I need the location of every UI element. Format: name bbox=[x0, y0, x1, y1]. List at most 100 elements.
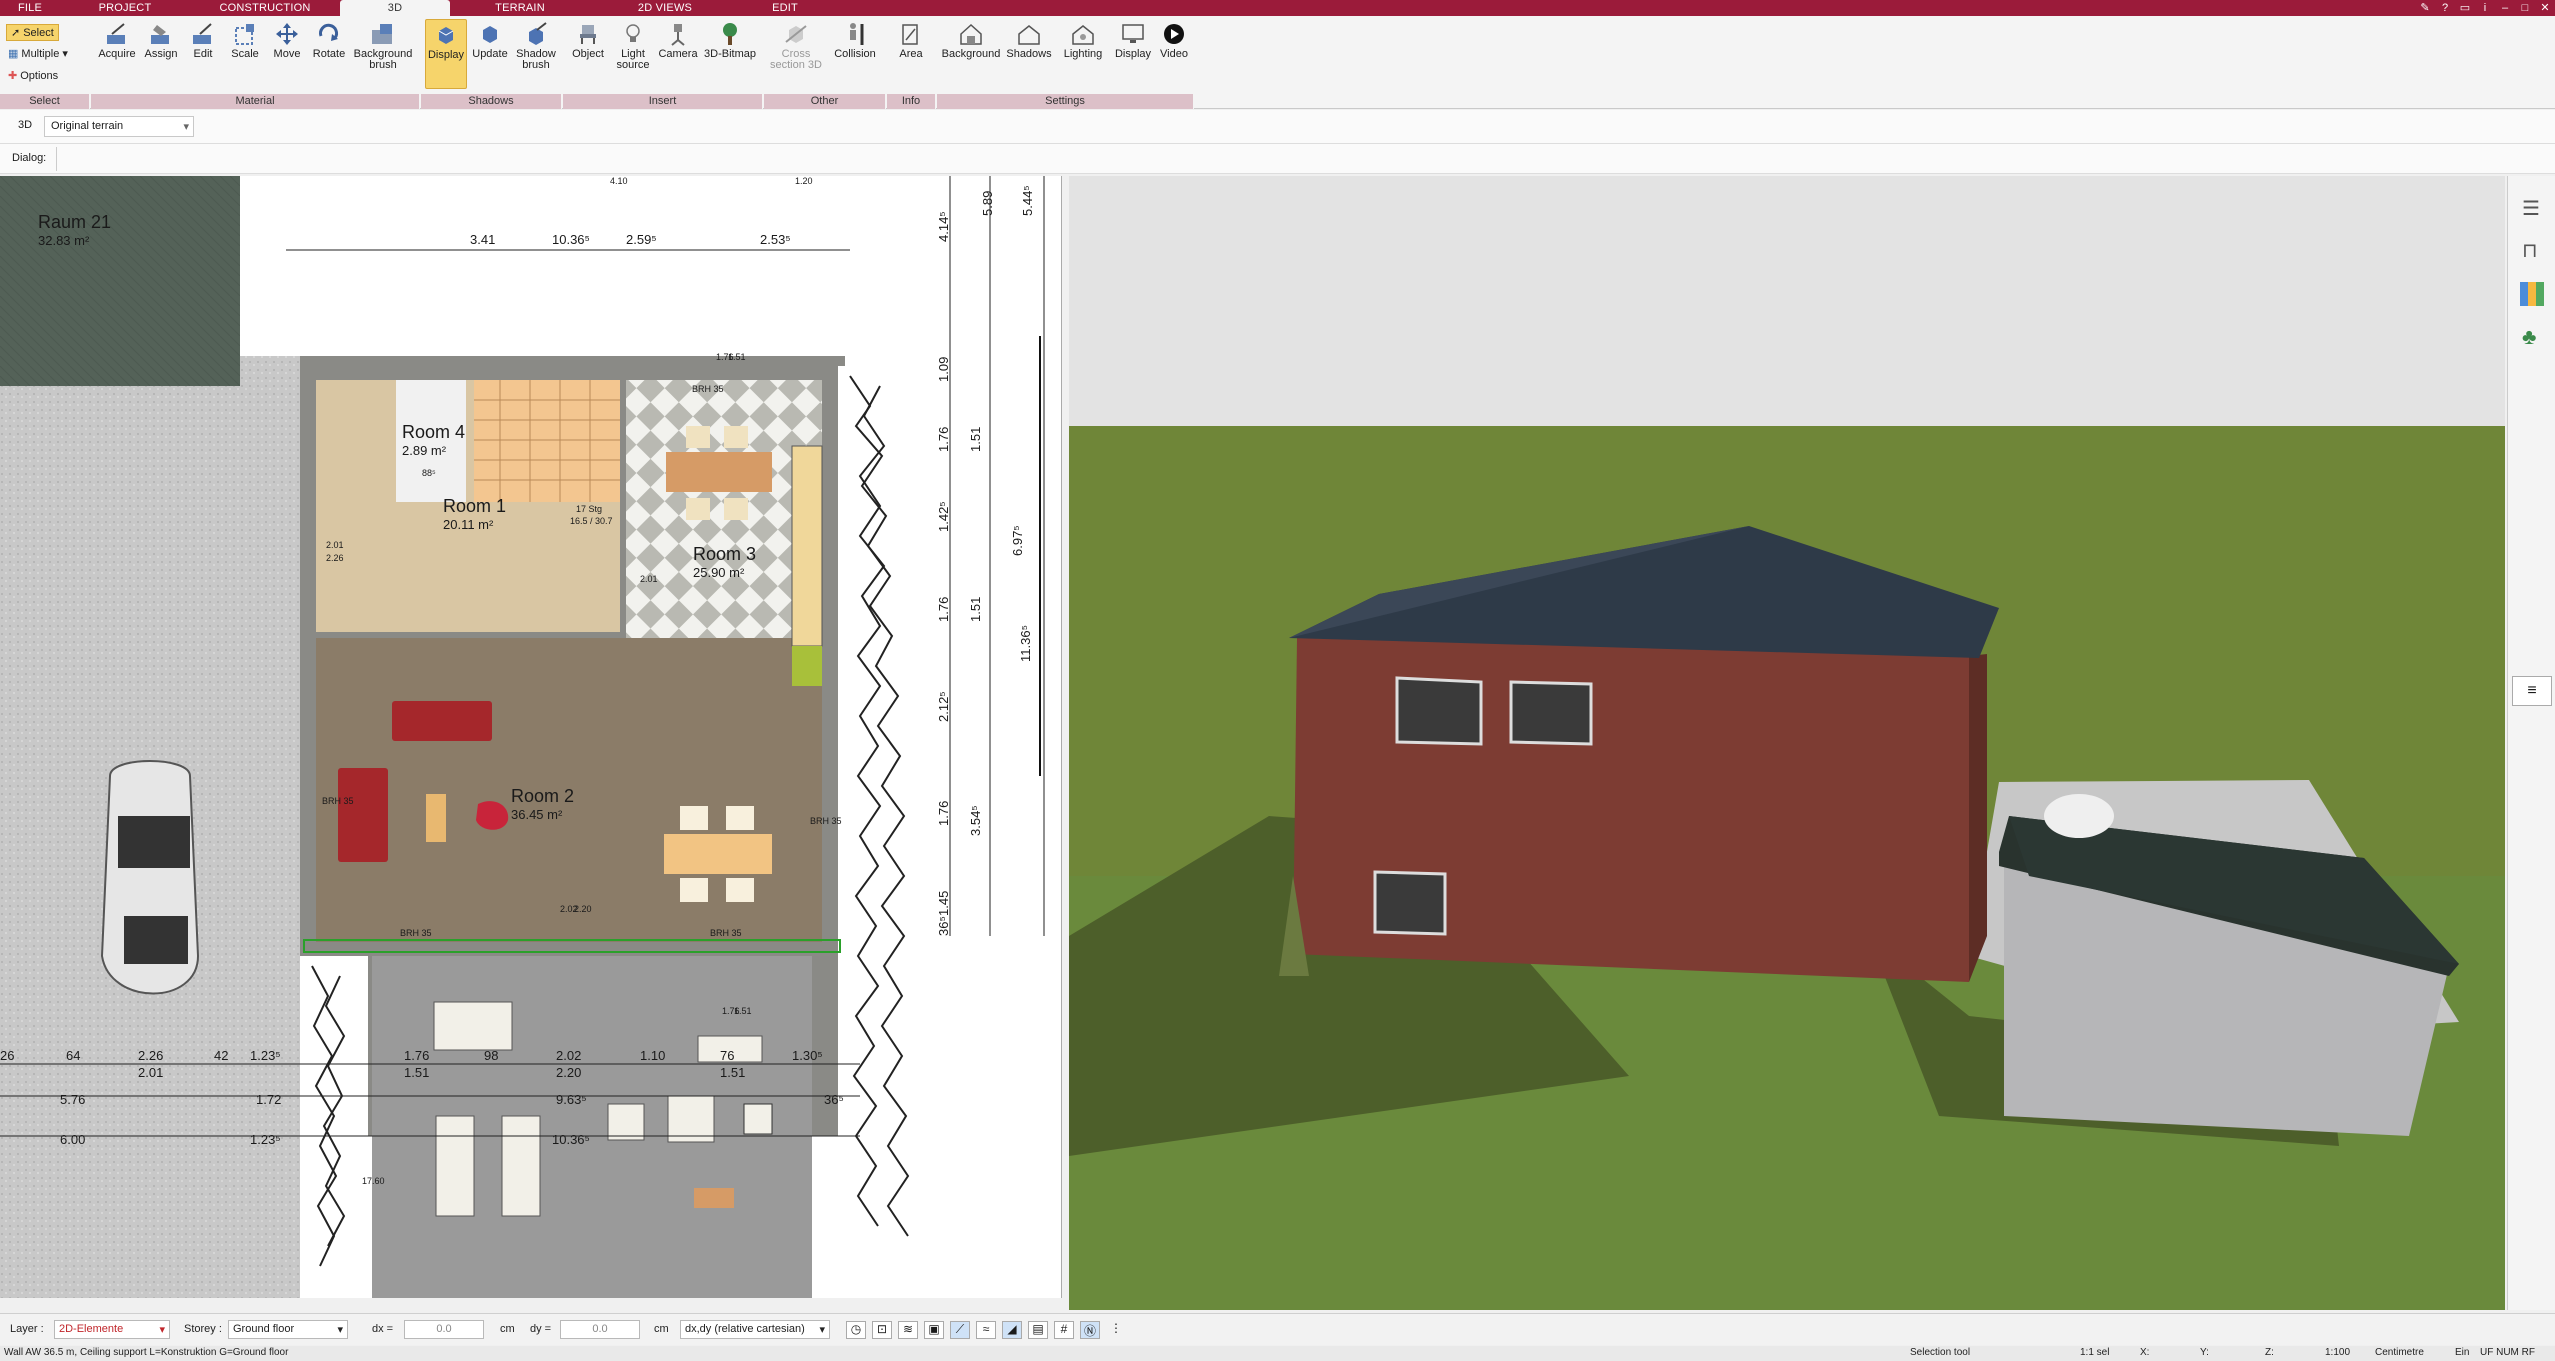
insert-object-button[interactable]: Object bbox=[567, 22, 609, 60]
status-message: Wall AW 36.5 m, Ceiling support L=Konstr… bbox=[4, 1347, 289, 1358]
background-settings-button[interactable]: Background bbox=[941, 22, 1001, 60]
plants-catalog-icon[interactable]: ♣ bbox=[2522, 324, 2536, 350]
lighting-settings-button[interactable]: Lighting bbox=[1057, 22, 1109, 60]
chevron-down-icon: ▾ bbox=[337, 1324, 343, 1336]
more-icon[interactable]: ⋮ bbox=[1106, 1321, 1126, 1339]
plan-label-5: BRH 35 bbox=[692, 384, 724, 394]
dx-input[interactable]: 0.0 bbox=[404, 1320, 484, 1339]
plan-label-11: 17 Stg bbox=[576, 504, 603, 514]
scale-button[interactable]: Scale bbox=[225, 22, 265, 60]
layers-icon[interactable]: ☰ bbox=[2522, 196, 2540, 221]
dim-bottom-r1b-4: 1.51 bbox=[720, 1065, 746, 1080]
ribbon-tab-bar: FILE PROJECT CONSTRUCTION 3D TERRAIN 2D … bbox=[0, 0, 2555, 16]
materials-catalog-icon[interactable] bbox=[2520, 282, 2544, 306]
snap-wall-icon[interactable]: ≈ bbox=[976, 1321, 996, 1339]
snap-object-icon[interactable]: ▣ bbox=[924, 1321, 944, 1339]
cross-section-3d-button[interactable]: Cross section 3D bbox=[768, 22, 824, 71]
dim-bottom-r3-1: 6.00 bbox=[60, 1132, 86, 1147]
move-button[interactable]: Move bbox=[267, 22, 307, 60]
restore-icon[interactable]: ▭ bbox=[2455, 0, 2475, 16]
help-icon[interactable]: ? bbox=[2435, 0, 2455, 16]
rotate-button[interactable]: Rotate bbox=[309, 22, 349, 60]
dim-side-13: 1.76 bbox=[936, 800, 951, 826]
close-icon[interactable]: ✕ bbox=[2535, 0, 2555, 16]
multiple-button[interactable]: ▦ Multiple ▾ bbox=[8, 47, 68, 61]
light-bulb-icon bbox=[626, 24, 640, 42]
tab-terrain[interactable]: TERRAIN bbox=[450, 0, 590, 16]
background-brush-button[interactable]: Background brush bbox=[351, 22, 415, 71]
house-shadow-icon bbox=[1018, 25, 1040, 45]
chevron-down-icon: ▾ bbox=[159, 1324, 165, 1336]
light-source-button[interactable]: Light source bbox=[611, 22, 655, 71]
terrain-select[interactable]: Original terrain ▾ bbox=[44, 116, 194, 137]
minimize-icon[interactable]: – bbox=[2495, 0, 2515, 16]
area-button[interactable]: Area bbox=[889, 22, 933, 60]
clock-icon[interactable]: ◷ bbox=[846, 1321, 866, 1339]
camera-button[interactable]: Camera bbox=[657, 22, 699, 60]
dim-bottom-r1b-1: 2.01 bbox=[138, 1065, 164, 1080]
monitor-icon bbox=[1122, 24, 1144, 43]
storey-select[interactable]: Ground floor ▾ bbox=[228, 1320, 348, 1339]
layer-select[interactable]: 2D-Elemente ▾ bbox=[54, 1320, 170, 1339]
coord-mode-select[interactable]: dx,dy (relative cartesian) ▾ bbox=[680, 1320, 830, 1339]
collision-button[interactable]: Collision bbox=[828, 22, 882, 60]
north-icon[interactable]: Ⓝ bbox=[1080, 1321, 1100, 1339]
group-label-info: Info bbox=[887, 94, 936, 109]
shadow-brush-button[interactable]: Shadow brush bbox=[513, 22, 559, 71]
snap-line-icon[interactable]: ⟋ bbox=[950, 1321, 970, 1339]
tab-3d[interactable]: 3D bbox=[340, 0, 450, 16]
panel-toggle-icon[interactable]: ≡ bbox=[2512, 676, 2552, 706]
dy-label: dy = bbox=[530, 1323, 552, 1335]
maximize-icon[interactable]: □ bbox=[2515, 0, 2535, 16]
tab-construction[interactable]: CONSTRUCTION bbox=[190, 0, 340, 16]
acquire-button[interactable]: Acquire bbox=[95, 22, 139, 60]
dim-bottom-r1-2: 64 bbox=[66, 1048, 81, 1063]
dialog-label: Dialog: bbox=[12, 152, 47, 164]
tab-edit[interactable]: EDIT bbox=[740, 0, 830, 16]
tab-project[interactable]: PROJECT bbox=[60, 0, 190, 16]
wrench-icon[interactable]: ✎ bbox=[2415, 0, 2435, 16]
dy-input[interactable]: 0.0 bbox=[560, 1320, 640, 1339]
eyedropper-icon bbox=[107, 23, 125, 44]
plan-label-8: 2.26 bbox=[326, 553, 344, 563]
update-shadows-button[interactable]: Update bbox=[469, 22, 511, 60]
ribbon-group-material: Acquire Assign Edit Scale Move Rotate Ba… bbox=[91, 16, 420, 109]
storey-label: Storey : bbox=[184, 1323, 222, 1335]
video-button[interactable]: Video bbox=[1155, 22, 1193, 60]
grid-icon[interactable]: # bbox=[1054, 1321, 1074, 1339]
app-window: FILE PROJECT CONSTRUCTION 3D TERRAIN 2D … bbox=[0, 0, 2555, 1361]
dim-bottom-r1-4: 42 bbox=[214, 1048, 229, 1063]
shadows-settings-button[interactable]: Shadows bbox=[1003, 22, 1055, 60]
floor-plan-view[interactable]: Raum 21 32.83 m² Room 4 2.89 m² Room 1 2… bbox=[0, 176, 1062, 1298]
snap-angle-icon[interactable]: ◢ bbox=[1002, 1321, 1022, 1339]
tab-file[interactable]: FILE bbox=[0, 0, 60, 16]
group-label-settings: Settings bbox=[937, 94, 1194, 109]
dx-label: dx = bbox=[372, 1323, 394, 1335]
chair-catalog-icon[interactable]: ⊓ bbox=[2522, 238, 2538, 263]
3d-view[interactable] bbox=[1069, 176, 2505, 1310]
tab-2d-views[interactable]: 2D VIEWS bbox=[590, 0, 740, 16]
info-icon[interactable]: i bbox=[2475, 0, 2495, 16]
dim-side-11: 1.51 bbox=[968, 596, 983, 622]
dialog-divider bbox=[56, 147, 57, 171]
edit-material-button[interactable]: Edit bbox=[183, 22, 223, 60]
display-shadows-button[interactable]: Display bbox=[425, 19, 467, 89]
3d-bitmap-button[interactable]: 3D-Bitmap bbox=[701, 22, 759, 60]
snap-point-icon[interactable]: ⊡ bbox=[872, 1321, 892, 1339]
dim-side-8: 6.97⁵ bbox=[1010, 525, 1025, 556]
room-label-room4: Room 4 2.89 m² bbox=[402, 422, 466, 458]
snap-hatch-icon[interactable]: ▤ bbox=[1028, 1321, 1048, 1339]
options-button[interactable]: ✚ Options bbox=[8, 69, 58, 83]
ribbon-group-insert: Object Light source Camera 3D-Bitmap Ins… bbox=[563, 16, 763, 109]
snap-layers-icon[interactable]: ≋ bbox=[898, 1321, 918, 1339]
display-settings-button[interactable]: Display bbox=[1111, 22, 1155, 60]
group-label-insert: Insert bbox=[563, 94, 763, 109]
plan-label-9: 88⁵ bbox=[422, 468, 436, 478]
object-chair-icon bbox=[580, 25, 596, 44]
plan-label-6: 17.60 bbox=[362, 1176, 385, 1186]
ribbon-group-info: Area Info bbox=[887, 16, 936, 109]
y-coord: Y: bbox=[2200, 1347, 2209, 1358]
assign-button[interactable]: Assign bbox=[141, 22, 181, 60]
select-button[interactable]: ➚ Select bbox=[6, 24, 59, 41]
view-mode-label: 3D bbox=[18, 119, 33, 131]
